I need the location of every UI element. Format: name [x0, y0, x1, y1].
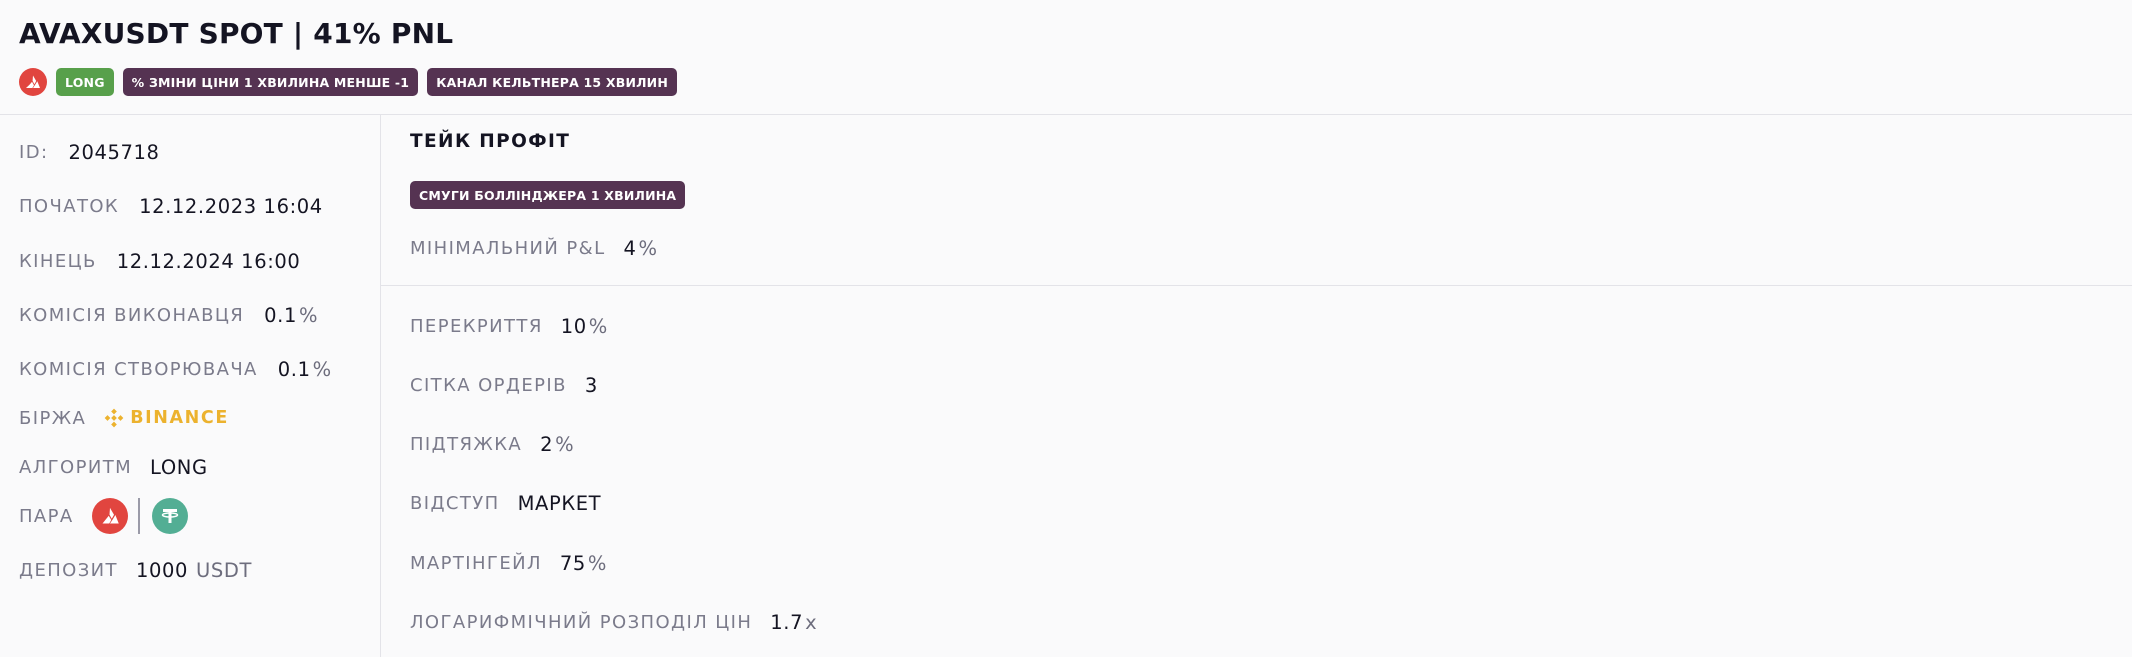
indent-value: МАРКЕТ [517, 491, 602, 515]
start-value: 12.12.2023 16:04 [139, 194, 323, 218]
binance-icon [104, 408, 124, 428]
tag-price-change: % ЗМІНИ ЦІНИ 1 ХВИЛИНА МЕНШЕ -1 [122, 68, 419, 96]
deposit-value: 1000 [135, 558, 188, 582]
exchange-label: БІРЖА [19, 407, 87, 429]
pullup-row: ПІДТЯЖКА 2 % [410, 429, 574, 459]
pair-icons [91, 498, 188, 534]
taker-fee-value: 0.1 [277, 357, 311, 381]
exchange-row: БІРЖА BINANCE [19, 403, 229, 433]
order-grid-label: СІТКА ОРДЕРІВ [410, 374, 567, 396]
id-value: 2045718 [68, 140, 160, 164]
martingale-label: МАРТІНГЕЙЛ [410, 552, 542, 574]
avax-icon [91, 498, 128, 534]
deposit-row: ДЕПОЗИТ 1000 USDT [19, 555, 252, 585]
end-value: 12.12.2024 16:00 [116, 249, 301, 273]
martingale-value: 75 [559, 551, 586, 575]
strategy-panel: ТЕЙК ПРОФІТ СМУГИ БОЛЛІНДЖЕРА 1 ХВИЛИНА … [381, 115, 2132, 657]
pair-row: ПАРА [19, 498, 188, 534]
tag-list: LONG % ЗМІНИ ЦІНИ 1 ХВИЛИНА МЕНШЕ -1 КАН… [19, 68, 678, 96]
log-distribution-row: ЛОГАРИФМІЧНИЙ РОЗПОДІЛ ЦІН 1.7 x [410, 607, 817, 637]
take-profit-title: ТЕЙК ПРОФІТ [410, 131, 571, 152]
maker-fee-row: КОМІСІЯ ВИКОНАВЦЯ 0.1 % [19, 300, 318, 330]
overlap-value: 10 [560, 314, 587, 338]
algorithm-value: LONG [150, 455, 208, 479]
pullup-value: 2 [540, 432, 554, 456]
log-distribution-label: ЛОГАРИФМІЧНИЙ РОЗПОДІЛ ЦІН [410, 611, 753, 633]
avax-icon [19, 68, 47, 96]
min-pnl-value: 4 [623, 236, 637, 260]
pair-divider [137, 498, 140, 534]
taker-fee-label: КОМІСІЯ СТВОРЮВАЧА [19, 358, 258, 380]
order-grid-value: 3 [584, 373, 598, 397]
take-profit-tags: СМУГИ БОЛЛІНДЖЕРА 1 ХВИЛИНА [410, 181, 686, 209]
tag-keltner-channel: КАНАЛ КЕЛЬТНЕРА 15 ХВИЛИН [427, 68, 678, 96]
pullup-label: ПІДТЯЖКА [410, 433, 523, 455]
order-grid-row: СІТКА ОРДЕРІВ 3 [410, 370, 598, 400]
exchange-logo: BINANCE [104, 408, 229, 428]
indent-row: ВІДСТУП МАРКЕТ [410, 488, 601, 518]
overlap-label: ПЕРЕКРИТТЯ [410, 315, 543, 337]
indent-label: ВІДСТУП [410, 492, 500, 514]
overlap-row: ПЕРЕКРИТТЯ 10 % [410, 311, 608, 341]
martingale-unit: % [587, 551, 608, 575]
min-pnl-label: МІНІМАЛЬНИЙ P&L [410, 237, 606, 259]
page-title: AVAXUSDT SPOT | 41% PNL [19, 17, 454, 50]
tag-bollinger-bands: СМУГИ БОЛЛІНДЖЕРА 1 ХВИЛИНА [410, 181, 686, 209]
martingale-row: МАРТІНГЕЙЛ 75 % [410, 548, 607, 578]
tag-long: LONG [56, 68, 114, 96]
header: AVAXUSDT SPOT | 41% PNL LONG % ЗМІНИ ЦІН… [0, 0, 2132, 115]
id-label: ID: [19, 141, 49, 163]
usdt-icon [151, 498, 188, 534]
min-pnl-row: МІНІМАЛЬНИЙ P&L 4 % [410, 233, 658, 263]
algorithm-row: АЛГОРИТМ LONG [19, 452, 208, 482]
log-distribution-value: 1.7 [770, 610, 804, 634]
maker-fee-value: 0.1 [264, 303, 297, 327]
overlap-unit: % [588, 314, 608, 338]
maker-fee-label: КОМІСІЯ ВИКОНАВЦЯ [19, 304, 245, 326]
start-label: ПОЧАТОК [19, 195, 120, 217]
deposit-label: ДЕПОЗИТ [19, 559, 118, 581]
taker-fee-row: КОМІСІЯ СТВОРЮВАЧА 0.1 % [19, 354, 332, 384]
start-row: ПОЧАТОК 12.12.2023 16:04 [19, 191, 323, 221]
end-label: КІНЕЦЬ [19, 250, 97, 272]
exchange-value: BINANCE [130, 408, 229, 428]
id-row: ID: 2045718 [19, 137, 159, 167]
algorithm-label: АЛГОРИТМ [19, 456, 133, 478]
pair-label: ПАРА [19, 505, 74, 527]
log-distribution-unit: x [805, 610, 818, 634]
deposit-unit: USDT [195, 558, 252, 582]
min-pnl-unit: % [638, 236, 658, 260]
section-divider [381, 285, 2132, 286]
end-row: КІНЕЦЬ 12.12.2024 16:00 [19, 246, 300, 276]
taker-fee-unit: % [312, 357, 332, 381]
pullup-unit: % [555, 432, 575, 456]
details-panel: ID: 2045718 ПОЧАТОК 12.12.2023 16:04 КІН… [0, 115, 381, 657]
maker-fee-unit: % [298, 303, 319, 327]
